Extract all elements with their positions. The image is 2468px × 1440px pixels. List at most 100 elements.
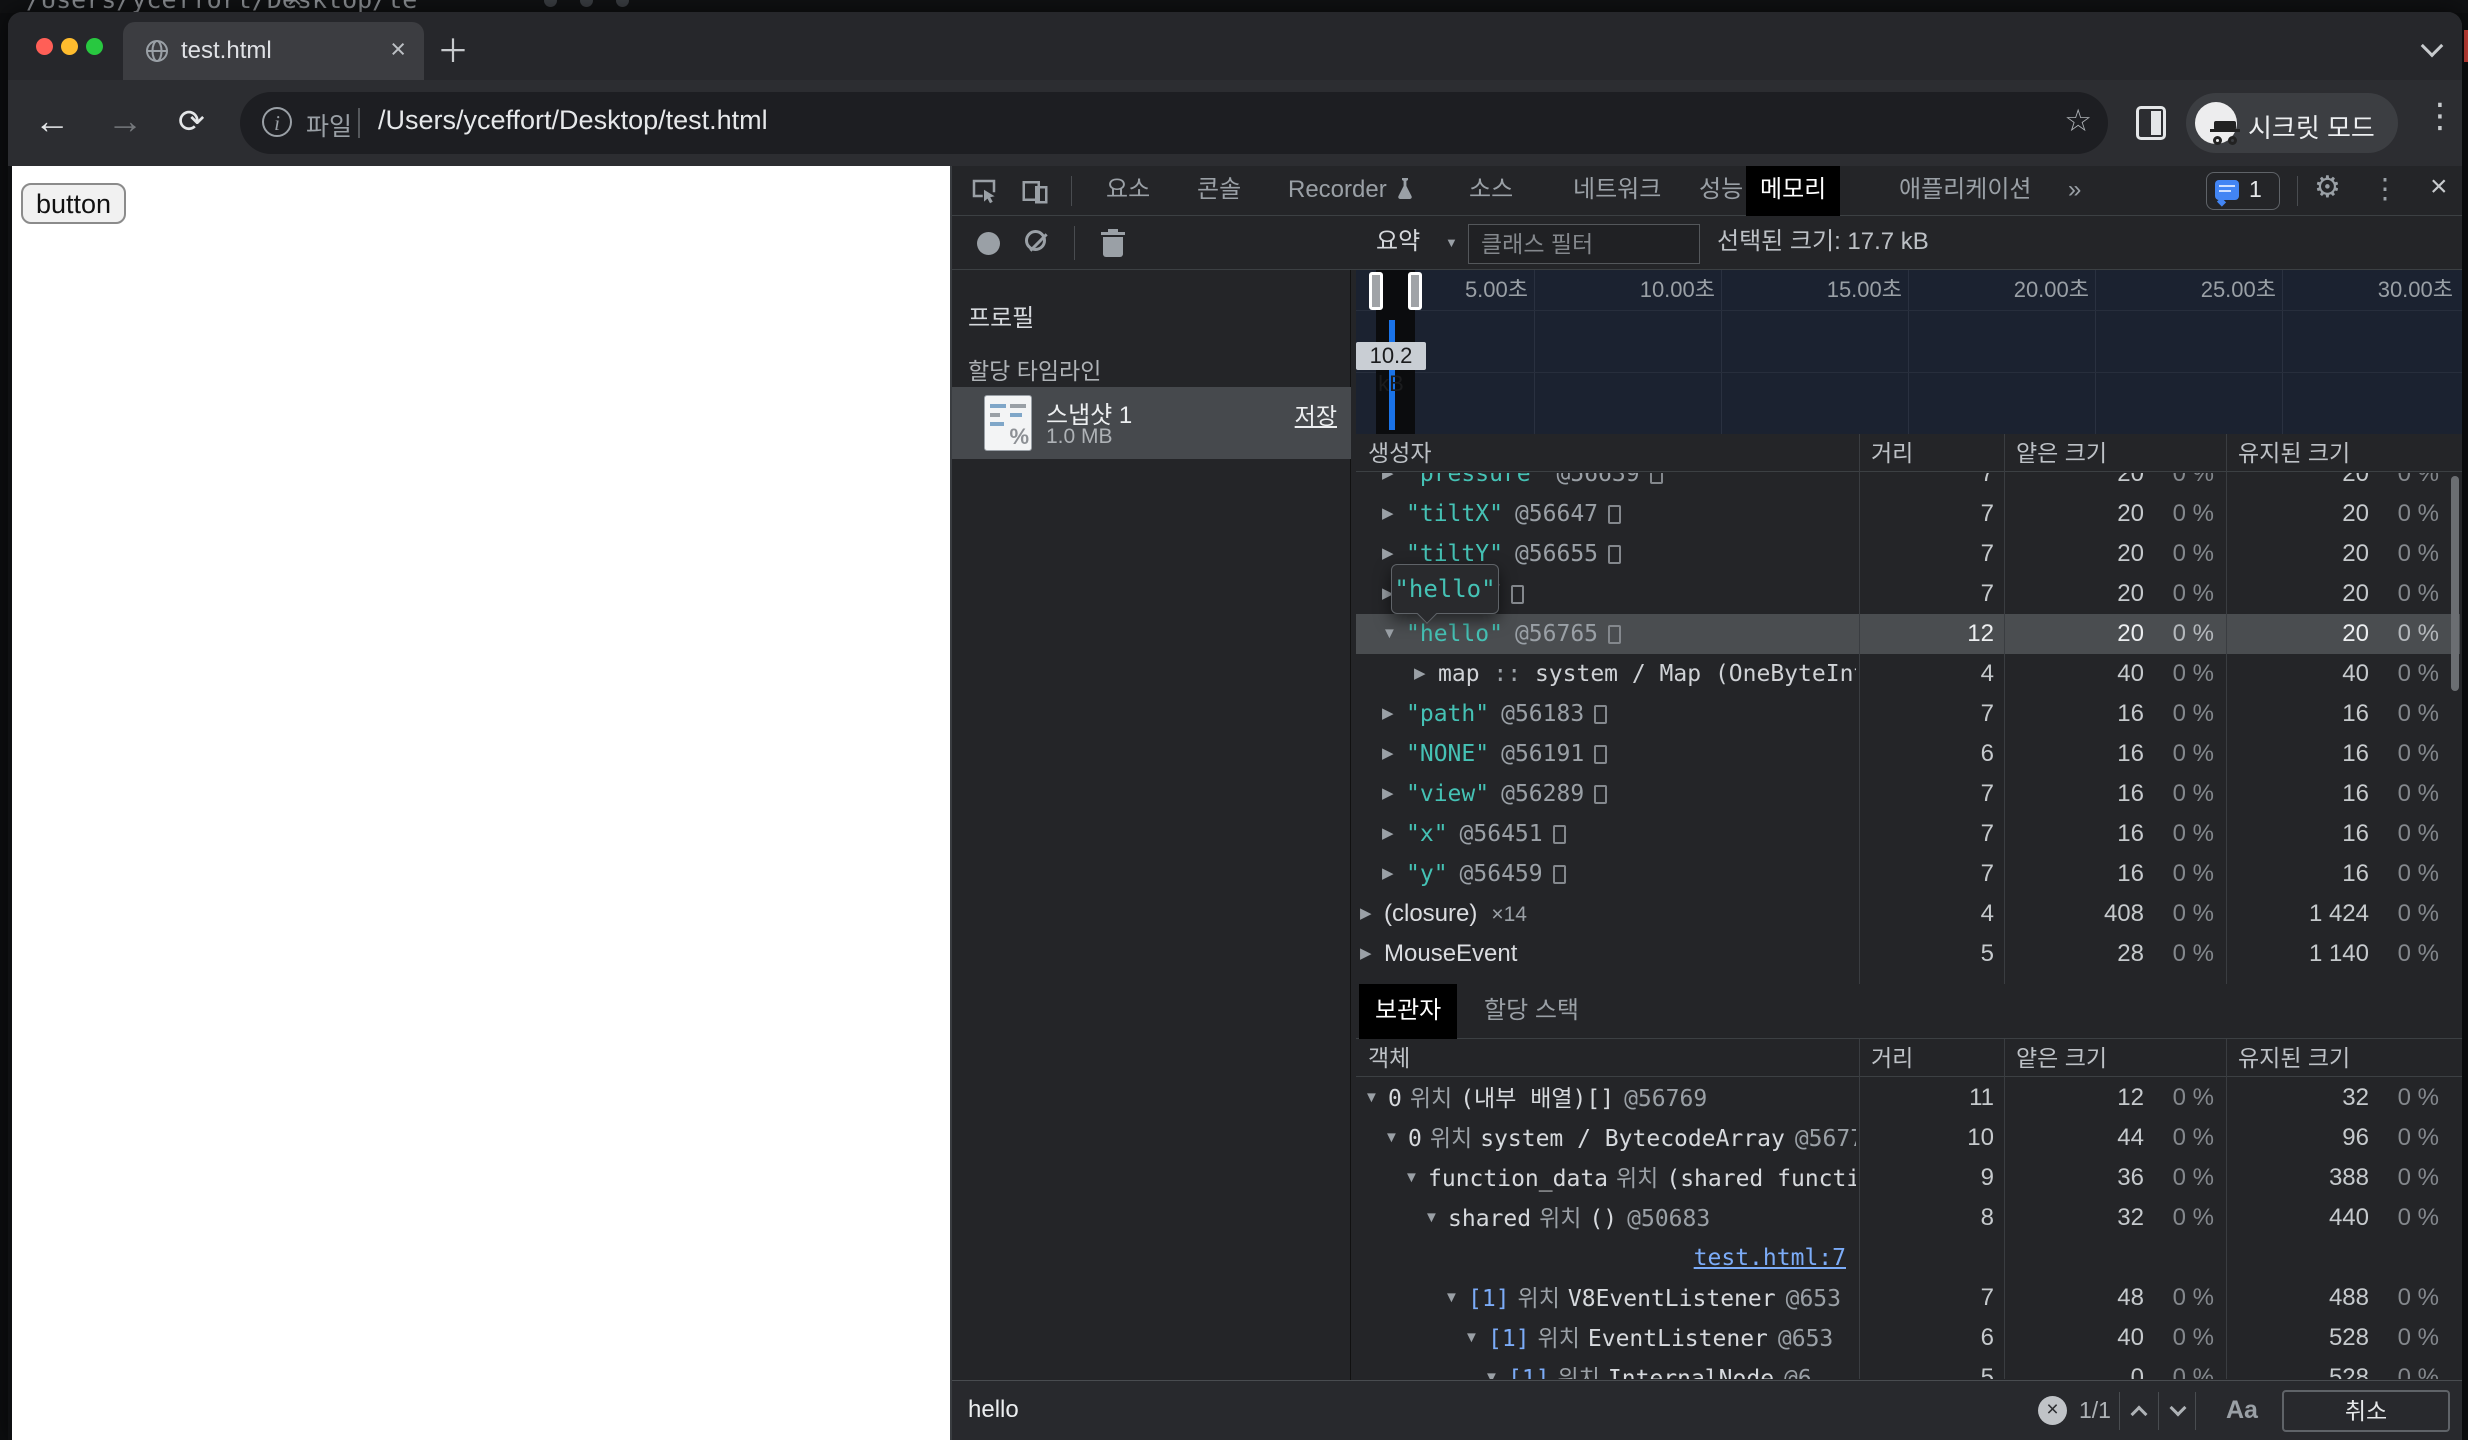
minimize-window-button[interactable] <box>61 38 78 55</box>
bookmark-star-icon[interactable]: ☆ <box>2064 103 2092 139</box>
url-text[interactable]: /Users/yceffort/Desktop/test.html <box>378 105 768 136</box>
record-heap-button[interactable] <box>977 232 1000 255</box>
summary-row[interactable]: ▶ "tiltY" @56655 7 20 0 % 20 0 % <box>1356 534 2460 574</box>
tab-test-html[interactable]: test.html × <box>123 22 424 80</box>
issues-chip[interactable]: 1 <box>2206 172 2280 210</box>
divider <box>1071 176 1072 206</box>
class-filter-input[interactable] <box>1468 224 1700 264</box>
snapshot-item[interactable]: % 스냅샷 1 1.0 MB 저장 <box>952 387 1351 459</box>
summary-row[interactable]: ▶ "x" @56451 7 16 0 % 16 0 % <box>1356 814 2460 854</box>
summary-row[interactable]: ▶ "tiltX" @56647 7 20 0 % 20 0 % <box>1356 494 2460 534</box>
address-bar[interactable]: i 파일 /Users/yceffort/Desktop/test.html ☆ <box>240 92 2108 154</box>
forward-button[interactable]: → <box>107 80 143 166</box>
column-distance[interactable]: 거리 <box>1871 434 1913 472</box>
devtools-tab-7[interactable]: 애플리케이션 <box>1885 166 2045 216</box>
reveal-icon[interactable] <box>1594 785 1608 804</box>
allocation-timeline-chart[interactable]: 5.00초 10.00초 15.00초 20.00초 25.00초 30.00초 10.2… <box>1356 270 2462 434</box>
reveal-icon[interactable] <box>1594 745 1608 764</box>
chevron-down-icon[interactable]: ▼ <box>1445 216 1458 270</box>
perspective-select[interactable]: 요약 <box>1376 216 1420 270</box>
reveal-icon[interactable] <box>1552 865 1566 884</box>
tab-close-icon[interactable]: × <box>390 34 406 65</box>
summary-row[interactable]: ▶ (closure) ×14 4 408 0 % 1 424 0 % <box>1356 894 2460 934</box>
summary-row[interactable]: ▶ "NONE" @56191 6 16 0 % 16 0 % <box>1356 734 2460 774</box>
devtools-tab-2[interactable]: Recorder <box>1274 166 1429 216</box>
clear-all-icon[interactable] <box>1025 230 1048 252</box>
summary-row[interactable]: ▶ MouseEvent 5 28 0 % 1 140 0 % <box>1356 934 2460 974</box>
summary-row[interactable]: ▼ "hello" @56765 12 20 0 % 20 0 % <box>1356 614 2460 654</box>
summary-row[interactable]: ▶ "pressure" @56639 7 20 0 % 20 0 % <box>1356 473 2460 494</box>
incognito-badge: 시크릿 모드 <box>2186 93 2398 153</box>
reveal-icon[interactable] <box>1649 473 1663 484</box>
new-tab-button[interactable]: ＋ <box>437 26 469 72</box>
reveal-icon[interactable] <box>1608 625 1622 644</box>
issues-count: 1 <box>2249 176 2262 202</box>
devtools-tab-8[interactable]: » <box>2054 166 2095 216</box>
scrollbar-thumb[interactable] <box>2451 476 2459 691</box>
inspect-icon[interactable] <box>969 176 999 213</box>
devtools-menu-kebab-icon[interactable]: ⋮ <box>2371 172 2399 205</box>
retainer-row[interactable]: ▼ shared 위치() @50683 8 32 0 % 440 0 % <box>1356 1198 2460 1238</box>
retainer-row[interactable]: test.html:7 <box>1356 1238 2460 1278</box>
summary-row[interactable]: ▶ "y" @56459 7 16 0 % 16 0 % <box>1356 854 2460 894</box>
column-retained-size[interactable]: 유지된 크기 <box>2238 434 2350 472</box>
tab-retainers[interactable]: 보관자 <box>1359 984 1458 1039</box>
devtools-close-icon[interactable]: × <box>2430 170 2448 204</box>
side-panel-icon[interactable] <box>2136 106 2166 140</box>
search-input[interactable]: hello <box>968 1381 1019 1440</box>
column-object[interactable]: 객체 <box>1368 1039 1410 1077</box>
settings-gear-icon[interactable]: ⚙ <box>2314 170 2341 205</box>
column-shallow-size[interactable]: 얕은 크기 <box>2016 434 2107 472</box>
page-button[interactable]: button <box>21 183 126 224</box>
snapshot-save-link[interactable]: 저장 <box>1295 397 1337 431</box>
retainer-row[interactable]: ▼ 0 위치 (내부 배열)[] @56769 11 12 0 % 32 0 % <box>1356 1078 2460 1118</box>
devtools-tab-6[interactable]: 메모리 <box>1746 166 1841 216</box>
summary-row[interactable]: ▶@566877200 %200 % <box>1356 574 2460 614</box>
incognito-label: 시크릿 모드 <box>2248 113 2375 143</box>
range-handle-left[interactable] <box>1369 272 1383 310</box>
range-handle-right[interactable] <box>1408 272 1422 310</box>
reveal-icon[interactable] <box>1594 705 1608 724</box>
devtools-tab-3[interactable]: 소스 <box>1455 166 1527 216</box>
column-retained-size[interactable]: 유지된 크기 <box>2238 1039 2350 1077</box>
search-prev-button[interactable] <box>2119 1392 2157 1430</box>
search-cancel-button[interactable]: 취소 <box>2282 1390 2450 1432</box>
column-distance[interactable]: 거리 <box>1871 1039 1913 1077</box>
time-tick: 15.00초 <box>1826 277 1902 302</box>
search-clear-icon[interactable]: × <box>2038 1396 2067 1425</box>
snapshot-size: 1.0 MB <box>1046 425 1113 448</box>
time-tick: 30.00초 <box>2377 277 2453 302</box>
source-link[interactable]: test.html:7 <box>1694 1238 1846 1278</box>
device-toolbar-icon[interactable] <box>1020 176 1050 213</box>
reveal-icon[interactable] <box>1552 825 1566 844</box>
delete-profile-icon[interactable] <box>1101 229 1125 257</box>
reload-button[interactable]: ⟳ <box>178 80 205 166</box>
reveal-icon[interactable] <box>1511 585 1525 604</box>
reveal-icon[interactable] <box>1608 505 1622 524</box>
devtools-tab-4[interactable]: 네트워크 <box>1559 166 1675 216</box>
search-next-button[interactable] <box>2158 1392 2196 1430</box>
summary-row[interactable]: ▶ "path" @56183 7 16 0 % 16 0 % <box>1356 694 2460 734</box>
devtools-tab-0[interactable]: 요소 <box>1092 166 1164 216</box>
summary-row[interactable]: ▶ map :: system / Map (OneByteInte 4 40 0 % 4… <box>1356 654 2460 694</box>
gridline <box>2095 270 2096 434</box>
retainer-row[interactable]: ▼ function_data 위치 (shared functio 9 36 0 % 388… <box>1356 1158 2460 1198</box>
devtools-tab-1[interactable]: 콘솔 <box>1183 166 1255 216</box>
retainer-row[interactable]: ▼ [1] 위치 EventListener @653 6 40 0 % 528 0 % <box>1356 1318 2460 1358</box>
retainer-row[interactable]: ▼ [1] 위치 InternalNode @6 5 0 0 % 528 0 % <box>1356 1358 2460 1379</box>
browser-menu-kebab-icon[interactable]: ⋮ <box>2423 96 2457 136</box>
column-constructor[interactable]: 생성자 <box>1368 434 1431 472</box>
reveal-icon[interactable] <box>1608 545 1622 564</box>
tab-allocation-stack[interactable]: 할당 스택 <box>1468 984 1595 1039</box>
tab-search-chevron-icon[interactable] <box>2420 34 2444 58</box>
background-dot <box>580 0 593 7</box>
zoom-window-button[interactable] <box>86 38 103 55</box>
info-icon[interactable]: i <box>262 107 292 137</box>
back-button[interactable]: ← <box>34 80 70 166</box>
retainer-row[interactable]: ▼ [1] 위치 V8EventListener @653 7 48 0 % 488 0 % <box>1356 1278 2460 1318</box>
retainer-row[interactable]: ▼0위치system / BytecodeArray@5677110440 %9… <box>1356 1118 2460 1158</box>
summary-row[interactable]: ▶ "view" @56289 7 16 0 % 16 0 % <box>1356 774 2460 814</box>
match-case-toggle[interactable]: Aa <box>2226 1381 2258 1440</box>
column-shallow-size[interactable]: 얕은 크기 <box>2016 1039 2107 1077</box>
close-window-button[interactable] <box>36 38 53 55</box>
